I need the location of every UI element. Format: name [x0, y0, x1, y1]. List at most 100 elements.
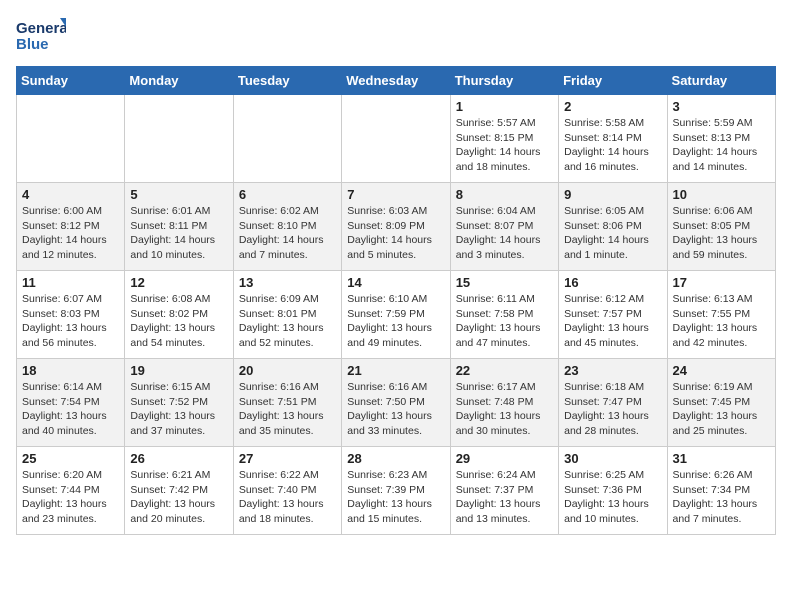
day-info: Sunrise: 6:04 AM Sunset: 8:07 PM Dayligh… — [456, 204, 553, 263]
day-info: Sunrise: 6:25 AM Sunset: 7:36 PM Dayligh… — [564, 468, 661, 527]
day-number: 6 — [239, 187, 336, 202]
day-number: 8 — [456, 187, 553, 202]
calendar-cell: 8 Sunrise: 6:04 AM Sunset: 8:07 PM Daylig… — [450, 183, 558, 271]
calendar-cell: 12Sunrise: 6:08 AM Sunset: 8:02 PM Dayli… — [125, 271, 233, 359]
calendar-cell — [17, 95, 125, 183]
calendar-header: SundayMondayTuesdayWednesdayThursdayFrid… — [17, 67, 776, 95]
day-number: 20 — [239, 363, 336, 378]
calendar-cell: 21Sunrise: 6:16 AM Sunset: 7:50 PM Dayli… — [342, 359, 450, 447]
calendar-week-3: 11 Sunrise: 6:07 AM Sunset: 8:03 PM Dayli… — [17, 271, 776, 359]
day-number: 7 — [347, 187, 444, 202]
day-info: Sunrise: 5:58 AM Sunset: 8:14 PM Dayligh… — [564, 116, 661, 175]
calendar-cell: 16 Sunrise: 6:12 AM Sunset: 7:57 PM Dayli… — [559, 271, 667, 359]
calendar-cell: 22 Sunrise: 6:17 AM Sunset: 7:48 PM Dayli… — [450, 359, 558, 447]
day-number: 14 — [347, 275, 444, 290]
day-info: Sunrise: 6:00 AM Sunset: 8:12 PM Dayligh… — [22, 204, 119, 263]
day-info: Sunrise: 6:26 AM Sunset: 7:34 PM Dayligh… — [673, 468, 770, 527]
calendar-cell: 25 Sunrise: 6:20 AM Sunset: 7:44 PM Dayli… — [17, 447, 125, 535]
calendar-body: 1 Sunrise: 5:57 AM Sunset: 8:15 PM Daylig… — [17, 95, 776, 535]
day-number: 23 — [564, 363, 661, 378]
day-number: 22 — [456, 363, 553, 378]
calendar-cell: 23 Sunrise: 6:18 AM Sunset: 7:47 PM Dayli… — [559, 359, 667, 447]
day-info: Sunrise: 6:14 AM Sunset: 7:54 PM Dayligh… — [22, 380, 119, 439]
calendar-cell: 11 Sunrise: 6:07 AM Sunset: 8:03 PM Dayli… — [17, 271, 125, 359]
day-number: 11 — [22, 275, 119, 290]
svg-text:Blue: Blue — [16, 36, 49, 53]
day-number: 31 — [673, 451, 770, 466]
weekday-header-wednesday: Wednesday — [342, 67, 450, 95]
day-info: Sunrise: 6:15 AM Sunset: 7:52 PM Dayligh… — [130, 380, 227, 439]
weekday-header-sunday: Sunday — [17, 67, 125, 95]
calendar-cell: 19 Sunrise: 6:15 AM Sunset: 7:52 PM Dayli… — [125, 359, 233, 447]
day-info: Sunrise: 6:21 AM Sunset: 7:42 PM Dayligh… — [130, 468, 227, 527]
calendar-cell: 20Sunrise: 6:16 AM Sunset: 7:51 PM Dayli… — [233, 359, 341, 447]
day-info: Sunrise: 6:10 AM Sunset: 7:59 PM Dayligh… — [347, 292, 444, 351]
day-number: 28 — [347, 451, 444, 466]
calendar-cell: 9 Sunrise: 6:05 AM Sunset: 8:06 PM Daylig… — [559, 183, 667, 271]
day-number: 25 — [22, 451, 119, 466]
day-info: Sunrise: 6:24 AM Sunset: 7:37 PM Dayligh… — [456, 468, 553, 527]
day-info: Sunrise: 6:12 AM Sunset: 7:57 PM Dayligh… — [564, 292, 661, 351]
calendar-cell: 10 Sunrise: 6:06 AM Sunset: 8:05 PM Dayli… — [667, 183, 775, 271]
calendar-cell — [125, 95, 233, 183]
day-info: Sunrise: 6:19 AM Sunset: 7:45 PM Dayligh… — [673, 380, 770, 439]
day-number: 13 — [239, 275, 336, 290]
day-info: Sunrise: 6:02 AM Sunset: 8:10 PM Dayligh… — [239, 204, 336, 263]
day-number: 17 — [673, 275, 770, 290]
calendar-table: SundayMondayTuesdayWednesdayThursdayFrid… — [16, 66, 776, 535]
day-number: 10 — [673, 187, 770, 202]
calendar-cell: 28Sunrise: 6:23 AM Sunset: 7:39 PM Dayli… — [342, 447, 450, 535]
calendar-cell: 13 Sunrise: 6:09 AM Sunset: 8:01 PM Dayli… — [233, 271, 341, 359]
day-number: 16 — [564, 275, 661, 290]
logo-bird-icon: General Blue — [16, 16, 66, 56]
logo: General Blue — [16, 16, 66, 56]
day-info: Sunrise: 6:17 AM Sunset: 7:48 PM Dayligh… — [456, 380, 553, 439]
page-header: General Blue — [16, 16, 776, 56]
day-number: 3 — [673, 99, 770, 114]
weekday-row: SundayMondayTuesdayWednesdayThursdayFrid… — [17, 67, 776, 95]
calendar-cell: 27Sunrise: 6:22 AM Sunset: 7:40 PM Dayli… — [233, 447, 341, 535]
day-number: 2 — [564, 99, 661, 114]
weekday-header-friday: Friday — [559, 67, 667, 95]
calendar-cell: 14 Sunrise: 6:10 AM Sunset: 7:59 PM Dayli… — [342, 271, 450, 359]
day-info: Sunrise: 5:57 AM Sunset: 8:15 PM Dayligh… — [456, 116, 553, 175]
calendar-week-4: 18Sunrise: 6:14 AM Sunset: 7:54 PM Dayli… — [17, 359, 776, 447]
calendar-cell: 18Sunrise: 6:14 AM Sunset: 7:54 PM Dayli… — [17, 359, 125, 447]
day-number: 9 — [564, 187, 661, 202]
day-info: Sunrise: 6:20 AM Sunset: 7:44 PM Dayligh… — [22, 468, 119, 527]
svg-text:General: General — [16, 20, 66, 37]
weekday-header-thursday: Thursday — [450, 67, 558, 95]
day-info: Sunrise: 6:18 AM Sunset: 7:47 PM Dayligh… — [564, 380, 661, 439]
day-info: Sunrise: 6:06 AM Sunset: 8:05 PM Dayligh… — [673, 204, 770, 263]
day-number: 21 — [347, 363, 444, 378]
calendar-cell — [233, 95, 341, 183]
day-number: 24 — [673, 363, 770, 378]
day-info: Sunrise: 6:08 AM Sunset: 8:02 PM Dayligh… — [130, 292, 227, 351]
day-info: Sunrise: 6:11 AM Sunset: 7:58 PM Dayligh… — [456, 292, 553, 351]
calendar-cell: 26Sunrise: 6:21 AM Sunset: 7:42 PM Dayli… — [125, 447, 233, 535]
calendar-cell: 2 Sunrise: 5:58 AM Sunset: 8:14 PM Daylig… — [559, 95, 667, 183]
calendar-cell: 4Sunrise: 6:00 AM Sunset: 8:12 PM Daylig… — [17, 183, 125, 271]
day-info: Sunrise: 6:07 AM Sunset: 8:03 PM Dayligh… — [22, 292, 119, 351]
day-number: 27 — [239, 451, 336, 466]
day-number: 19 — [130, 363, 227, 378]
calendar-cell: 3 Sunrise: 5:59 AM Sunset: 8:13 PM Daylig… — [667, 95, 775, 183]
calendar-week-2: 4Sunrise: 6:00 AM Sunset: 8:12 PM Daylig… — [17, 183, 776, 271]
day-info: Sunrise: 6:09 AM Sunset: 8:01 PM Dayligh… — [239, 292, 336, 351]
day-number: 1 — [456, 99, 553, 114]
day-number: 5 — [130, 187, 227, 202]
calendar-cell: 1 Sunrise: 5:57 AM Sunset: 8:15 PM Daylig… — [450, 95, 558, 183]
calendar-cell: 6 Sunrise: 6:02 AM Sunset: 8:10 PM Daylig… — [233, 183, 341, 271]
day-info: Sunrise: 6:13 AM Sunset: 7:55 PM Dayligh… — [673, 292, 770, 351]
weekday-header-monday: Monday — [125, 67, 233, 95]
day-info: Sunrise: 6:03 AM Sunset: 8:09 PM Dayligh… — [347, 204, 444, 263]
weekday-header-tuesday: Tuesday — [233, 67, 341, 95]
calendar-cell: 17 Sunrise: 6:13 AM Sunset: 7:55 PM Dayli… — [667, 271, 775, 359]
day-info: Sunrise: 5:59 AM Sunset: 8:13 PM Dayligh… — [673, 116, 770, 175]
day-number: 29 — [456, 451, 553, 466]
day-info: Sunrise: 6:05 AM Sunset: 8:06 PM Dayligh… — [564, 204, 661, 263]
calendar-cell: 31 Sunrise: 6:26 AM Sunset: 7:34 PM Dayli… — [667, 447, 775, 535]
calendar-cell: 7 Sunrise: 6:03 AM Sunset: 8:09 PM Daylig… — [342, 183, 450, 271]
day-number: 30 — [564, 451, 661, 466]
calendar-cell — [342, 95, 450, 183]
